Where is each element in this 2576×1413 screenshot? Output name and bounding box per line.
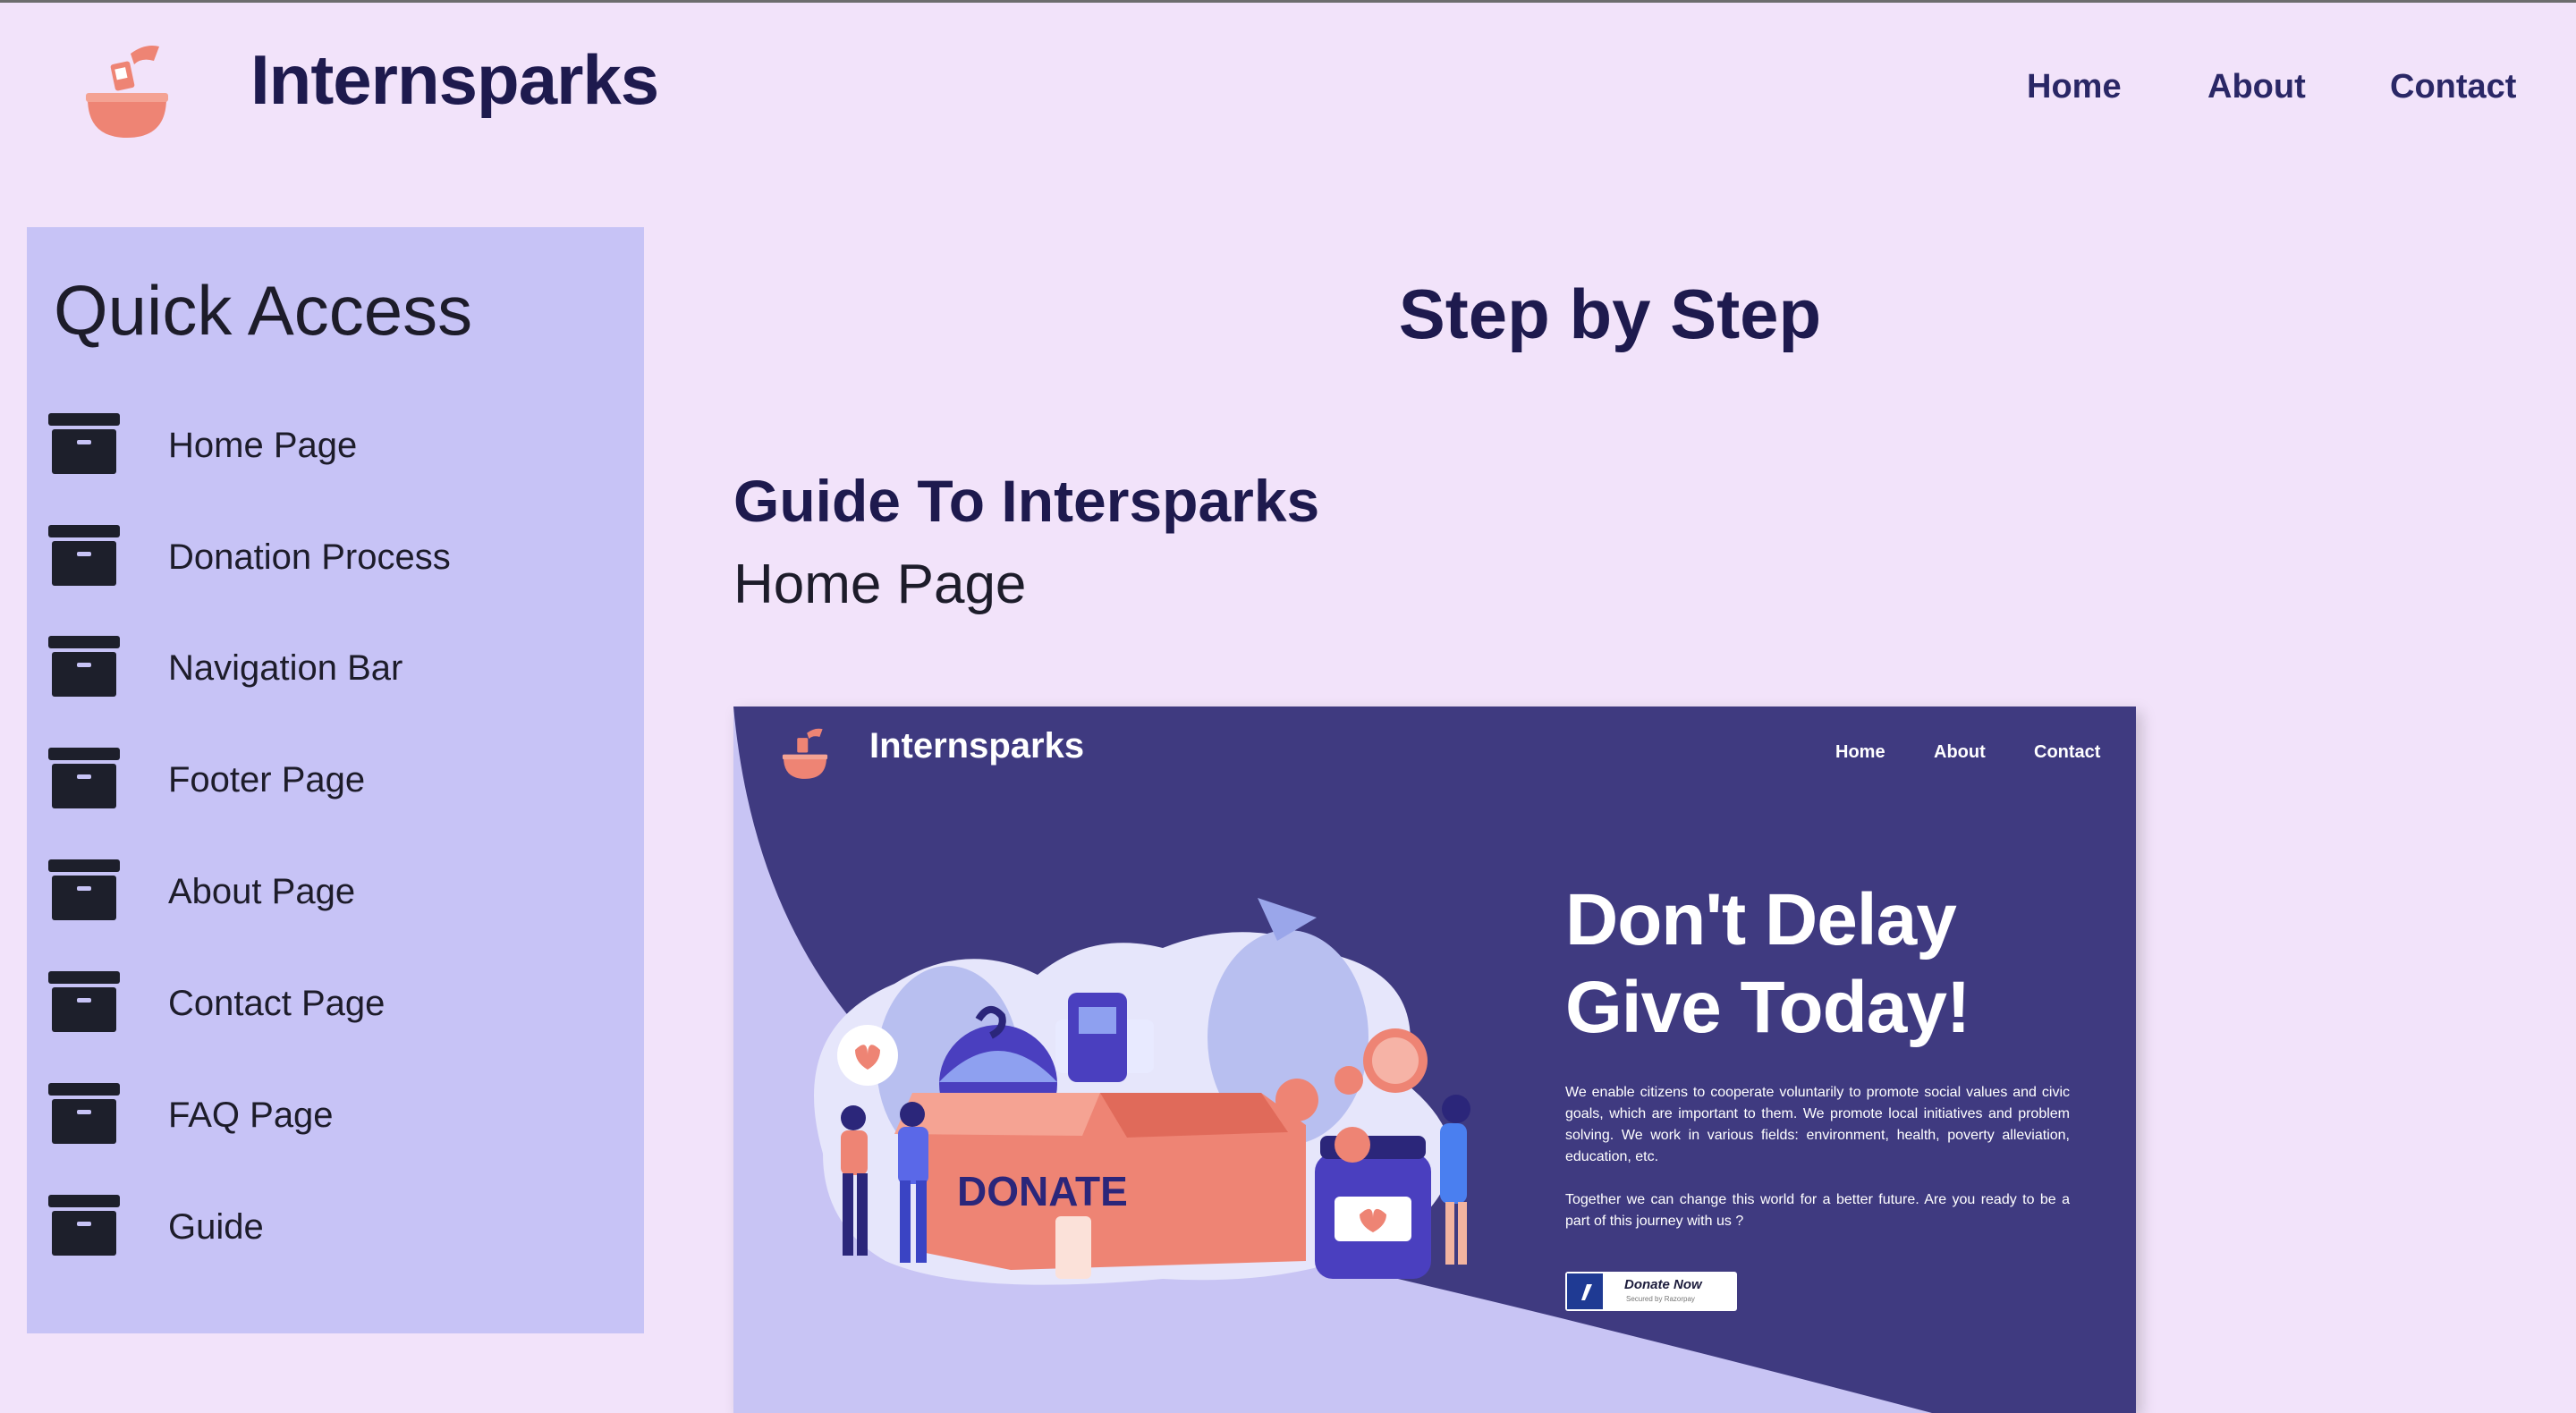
preview-donate-label: Donate Now [1624,1277,1702,1292]
box-label: DONATE [957,1168,1128,1214]
sidebar-item[interactable]: Navigation Bar [27,625,644,715]
archive-box-icon [48,859,120,920]
sidebar-item[interactable]: About Page [27,849,644,938]
preview-nav-home: Home [1835,742,1885,762]
nav-contact[interactable]: Contact [2390,68,2516,106]
sidebar-item[interactable]: Home Page [27,402,644,492]
preview-logo-icon [782,728,828,779]
guide-title: Guide To Intersparks [733,468,1320,534]
sidebar-item[interactable]: FAQ Page [27,1072,644,1162]
preview-brand: Internsparks [869,726,1085,766]
nav-home[interactable]: Home [2027,68,2122,106]
archive-box-icon [48,1195,120,1256]
preview-nav-about: About [1934,742,1986,762]
preview-donate-button: Donate Now Secured by Razorpay [1565,1272,1737,1311]
top-border [0,0,2576,3]
quick-access-sidebar: Quick Access Home Page Donation Process Na… [27,227,644,1333]
site-brand[interactable]: Internsparks [250,39,659,121]
archive-box-icon [48,748,120,808]
sidebar-item-label: Home Page [168,426,358,465]
nav-about[interactable]: About [2207,68,2306,106]
preview-paragraph-1: We enable citizens to cooperate voluntar… [1565,1085,2070,1164]
preview-donate-sub: Secured by Razorpay [1626,1295,1695,1303]
archive-box-icon [48,971,120,1032]
donation-bowl-icon [86,46,168,138]
archive-box-icon [48,1083,120,1144]
preview-paragraph-2: Together we can change this world for a … [1565,1192,2070,1229]
sidebar-item[interactable]: Footer Page [27,737,644,826]
archive-box-icon [48,413,120,474]
home-page-preview: Internsparks Home About Contact DONATE D… [733,706,2136,1413]
sidebar-item-label: Navigation Bar [168,648,403,688]
sidebar-item-label: FAQ Page [168,1096,334,1135]
sidebar-item-label: Guide [168,1207,264,1247]
preview-headline-line1: Don't Delay [1565,879,1957,960]
sidebar-item[interactable]: Contact Page [27,960,644,1050]
archive-box-icon [48,525,120,586]
donation-illustration: DONATE [814,898,1470,1285]
preview-nav-contact: Contact [2034,742,2101,762]
sidebar-item-label: About Page [168,872,356,911]
preview-headline: Don't Delay Give Today! [1565,876,2102,1052]
razorpay-icon [1567,1273,1603,1309]
sidebar-item[interactable]: Donation Process [27,514,644,604]
sidebar-item-label: Contact Page [168,984,386,1023]
archive-box-icon [48,636,120,697]
guide-subtitle: Home Page [733,554,1027,615]
preview-headline-line2: Give Today! [1565,967,1970,1048]
sidebar-item-label: Donation Process [168,537,451,577]
page-title: Step by Step [1398,275,1822,353]
sidebar-title: Quick Access [54,271,473,350]
sidebar-item-label: Footer Page [168,760,366,800]
sidebar-item[interactable]: Guide [27,1184,644,1273]
